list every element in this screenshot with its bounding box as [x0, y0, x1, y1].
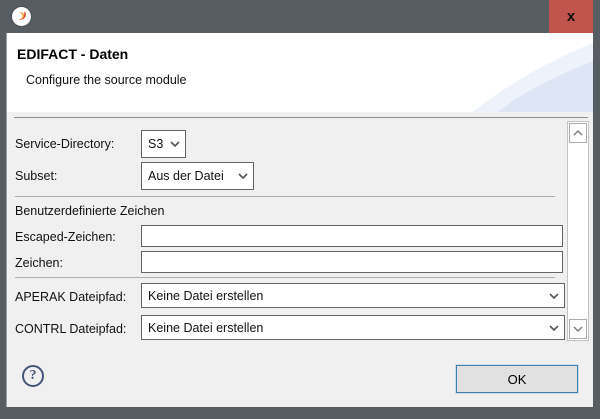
service-directory-select[interactable]: S3 [141, 130, 186, 158]
service-directory-value: S3 [142, 137, 165, 151]
section-separator [15, 277, 555, 278]
aperak-filepath-label: APERAK Dateipfad: [15, 290, 126, 304]
ok-button[interactable]: OK [456, 365, 578, 393]
dialog-body: EDIFACT - Daten Configure the source mod… [6, 33, 593, 407]
chevron-down-icon [544, 293, 564, 299]
aperak-filepath-value: Keine Datei erstellen [142, 289, 544, 303]
wizard-header: EDIFACT - Daten Configure the source mod… [7, 33, 593, 112]
titlebar[interactable]: x [0, 0, 600, 33]
help-button[interactable]: ? [22, 365, 44, 387]
escaped-characters-label: Escaped-Zeichen: [15, 230, 116, 244]
scroll-up-button[interactable] [569, 123, 587, 143]
page-title: EDIFACT - Daten [17, 46, 128, 62]
characters-input[interactable] [141, 251, 563, 273]
chevron-down-icon [233, 173, 253, 179]
vertical-scrollbar[interactable] [567, 121, 589, 341]
service-directory-label: Service-Directory: [15, 137, 114, 151]
subset-label: Subset: [15, 169, 57, 183]
subset-select[interactable]: Aus der Datei [141, 162, 254, 190]
close-button[interactable]: x [549, 0, 593, 33]
contrl-filepath-label: CONTRL Dateipfad: [15, 322, 126, 336]
chevron-up-icon [573, 130, 583, 136]
banner-decoration [413, 33, 593, 112]
section-separator [15, 196, 555, 197]
page-subtitle: Configure the source module [26, 73, 187, 87]
contrl-filepath-select[interactable]: Keine Datei erstellen [141, 315, 565, 340]
scroll-down-button[interactable] [569, 319, 587, 339]
escaped-characters-input[interactable] [141, 225, 563, 247]
header-separator [14, 117, 588, 118]
dialog-window: x EDIFACT - Daten Configure the source m… [0, 0, 600, 419]
chevron-down-icon [165, 141, 185, 147]
chevron-down-icon [573, 326, 583, 332]
app-logo-icon [12, 7, 31, 26]
custom-characters-section-label: Benutzerdefinierte Zeichen [15, 204, 164, 218]
subset-value: Aus der Datei [142, 169, 233, 183]
aperak-filepath-select[interactable]: Keine Datei erstellen [141, 283, 565, 308]
contrl-filepath-value: Keine Datei erstellen [142, 321, 544, 335]
chevron-down-icon [544, 325, 564, 331]
characters-label: Zeichen: [15, 256, 63, 270]
